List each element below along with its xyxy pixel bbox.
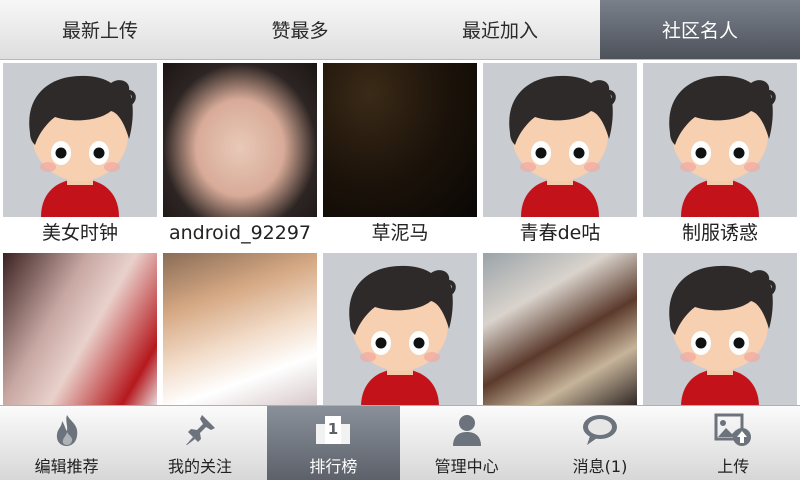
default-avatar-image: [643, 63, 797, 217]
user-photo: [163, 63, 317, 217]
nav-label: 我的关注: [167, 457, 232, 476]
grid-item-caption: android_92297: [168, 222, 312, 244]
default-avatar-image: [643, 253, 797, 405]
grid-item[interactable]: [480, 250, 640, 405]
pin-icon: [180, 410, 220, 450]
nav-management-center[interactable]: 管理中心: [400, 406, 533, 480]
upload-photo-icon: [713, 410, 753, 450]
grid-item-caption: 美女时钟: [41, 222, 118, 244]
nav-label: 管理中心: [434, 457, 499, 476]
celebrity-grid: 美女时钟 android_92297 草泥马 青春de咕 制服诱惑: [0, 60, 800, 405]
nav-rankings[interactable]: 1 排行榜: [266, 406, 400, 480]
user-photo: [323, 63, 477, 217]
default-avatar-image: [323, 253, 477, 405]
grid-item[interactable]: 制服诱惑: [640, 60, 800, 250]
user-icon: [447, 410, 487, 450]
tab-latest-upload[interactable]: 最新上传: [0, 0, 200, 59]
grid-item[interactable]: [320, 250, 480, 405]
nav-messages[interactable]: 消息(1): [533, 406, 666, 480]
tab-most-liked[interactable]: 赞最多: [200, 0, 400, 59]
nav-label: 消息(1): [572, 457, 628, 476]
nav-label: 上传: [717, 457, 750, 476]
nav-my-follows[interactable]: 我的关注: [133, 406, 266, 480]
nav-label: 排行榜: [309, 457, 358, 476]
grid-item[interactable]: 青春de咕: [480, 60, 640, 250]
grid-item[interactable]: [160, 250, 320, 405]
default-avatar-image: [3, 63, 157, 217]
rank-icon: 1: [313, 410, 353, 450]
flame-icon: [47, 410, 87, 450]
grid-item-caption: 草泥马: [371, 222, 429, 244]
grid-item[interactable]: [640, 250, 800, 405]
nav-label: 编辑推荐: [34, 457, 99, 476]
chat-bubble-icon: [580, 410, 620, 450]
top-tab-bar: 最新上传 赞最多 最近加入 社区名人: [0, 0, 800, 60]
grid-item[interactable]: android_92297: [160, 60, 320, 250]
nav-editor-picks[interactable]: 编辑推荐: [0, 406, 133, 480]
grid-item[interactable]: 草泥马: [320, 60, 480, 250]
bottom-nav-bar: 编辑推荐 我的关注 1 排行榜 管理中心 消息(1) 上传: [0, 405, 800, 480]
grid-item-caption: 制服诱惑: [681, 222, 758, 244]
default-avatar-image: [483, 63, 637, 217]
grid-item[interactable]: 美女时钟: [0, 60, 160, 250]
tab-community-celebrities[interactable]: 社区名人: [600, 0, 800, 59]
user-photo: [483, 253, 637, 405]
tab-recently-joined[interactable]: 最近加入: [400, 0, 600, 59]
user-photo: [163, 253, 317, 405]
nav-upload[interactable]: 上传: [667, 406, 800, 480]
grid-item[interactable]: [0, 250, 160, 405]
grid-item-caption: 青春de咕: [519, 222, 601, 244]
rank-number: 1: [328, 420, 338, 438]
user-photo: [3, 253, 157, 405]
